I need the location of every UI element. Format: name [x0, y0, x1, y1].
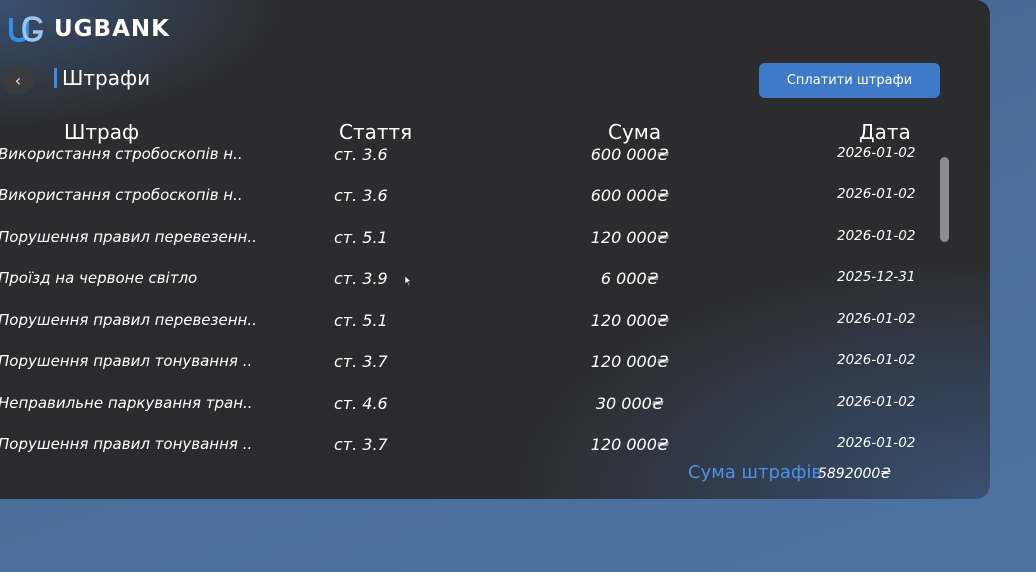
table-row[interactable]: Порушення правил перевезенн.. ст. 5.1 12… [0, 228, 930, 252]
table-row[interactable]: Використання стробоскопів н.. ст. 3.6 60… [0, 145, 930, 169]
fine-amount: 120 000₴ [590, 352, 670, 371]
fine-date: 2025-12-31 [837, 269, 916, 285]
table-row[interactable]: Порушення правил тонування .. ст. 3.7 12… [0, 352, 930, 376]
table-scrollbar[interactable] [940, 157, 949, 242]
fine-amount: 120 000₴ [590, 228, 670, 247]
column-header-amount: Сума [608, 120, 662, 144]
fine-amount: 30 000₴ [595, 394, 665, 413]
fine-article: ст. 5.1 [334, 311, 388, 330]
fine-date: 2026-01-02 [837, 394, 916, 410]
fine-date: 2026-01-02 [837, 228, 916, 244]
fine-name: Порушення правил тонування .. [0, 352, 253, 370]
fine-article: ст. 3.7 [334, 435, 388, 454]
column-header-date: Дата [859, 120, 911, 144]
fine-date: 2026-01-02 [837, 145, 916, 161]
fine-article: ст. 3.7 [334, 352, 388, 371]
fine-amount: 120 000₴ [590, 435, 670, 454]
fine-date: 2026-01-02 [837, 352, 916, 368]
fines-total: Сума штрафів 5892000₴ [688, 462, 891, 483]
total-value: 5892000₴ [817, 466, 892, 482]
fine-name: Використання стробоскопів н.. [0, 145, 243, 163]
fine-name: Порушення правил тонування .. [0, 435, 253, 453]
table-row[interactable]: Порушення правил тонування .. ст. 3.7 12… [0, 435, 930, 459]
pay-fines-button[interactable]: Сплатити штрафи [759, 63, 940, 98]
back-button[interactable]: ‹ [2, 66, 34, 94]
main-panel: UGBANK ‹ Штрафи Сплатити штрафи Штраф Ст… [0, 0, 990, 499]
fine-name: Проїзд на червоне світло [0, 269, 198, 287]
fine-name: Використання стробоскопів н.. [0, 186, 243, 204]
table-row[interactable]: Використання стробоскопів н.. ст. 3.6 60… [0, 186, 930, 210]
brand-name: UGBANK [54, 16, 170, 42]
mouse-cursor-icon [405, 276, 412, 286]
fine-date: 2026-01-02 [837, 311, 916, 327]
fine-name: Порушення правил перевезенн.. [0, 228, 257, 246]
column-header-fine: Штраф [64, 120, 140, 144]
brand-logo: UGBANK [8, 14, 170, 44]
title-accent-bar [54, 68, 57, 88]
page-title-text: Штрафи [62, 66, 151, 90]
fine-name: Неправильне паркування тран.. [0, 394, 253, 412]
column-header-article: Стаття [339, 120, 413, 144]
fine-article: ст. 4.6 [334, 394, 388, 413]
fine-amount: 600 000₴ [590, 145, 670, 164]
chevron-left-icon: ‹ [14, 70, 22, 90]
fine-article: ст. 3.9 [334, 269, 388, 288]
table-row[interactable]: Порушення правил перевезенн.. ст. 5.1 12… [0, 311, 930, 335]
total-label: Сума штрафів [688, 462, 822, 483]
table-row[interactable]: Проїзд на червоне світло ст. 3.9 6 000₴ … [0, 269, 930, 293]
page-title: Штрафи [54, 66, 150, 90]
fine-name: Порушення правил перевезенн.. [0, 311, 257, 329]
fine-article: ст. 5.1 [334, 228, 388, 247]
fine-amount: 600 000₴ [590, 186, 670, 205]
fine-amount: 6 000₴ [600, 269, 660, 288]
fine-date: 2026-01-02 [837, 435, 916, 451]
fine-article: ст. 3.6 [334, 186, 388, 205]
fine-article: ст. 3.6 [334, 145, 388, 164]
table-row[interactable]: Неправильне паркування тран.. ст. 4.6 30… [0, 394, 930, 418]
fine-date: 2026-01-02 [837, 186, 916, 202]
fine-amount: 120 000₴ [590, 311, 670, 330]
ug-logo-icon [9, 16, 43, 43]
